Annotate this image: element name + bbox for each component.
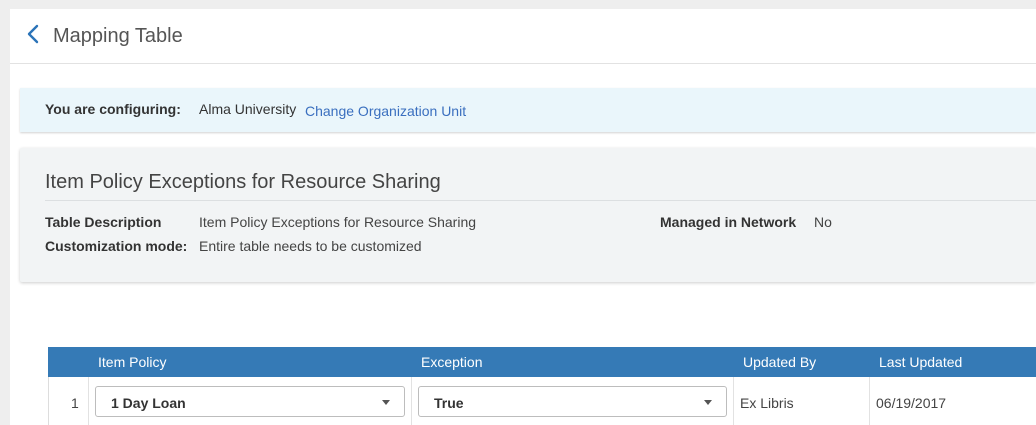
customization-mode-value: Entire table needs to be customized <box>199 238 422 254</box>
managed-in-network-label: Managed in Network <box>660 214 797 230</box>
column-header-updated-by[interactable]: Updated By <box>743 354 816 370</box>
table-header: Item Policy Exception Updated By Last Up… <box>48 347 1036 377</box>
page-header: Mapping Table <box>10 9 1036 64</box>
column-header-item-policy[interactable]: Item Policy <box>98 354 166 370</box>
page-title: Mapping Table <box>53 24 183 47</box>
configuring-bar: You are configuring: Alma University Cha… <box>20 88 1036 132</box>
customization-mode-label: Customization mode: <box>45 238 188 254</box>
row-number: 1 <box>71 395 79 411</box>
table-row: 1 1 Day Loan True Ex Libris 06/19/2017 <box>48 377 1036 425</box>
item-policy-value: 1 Day Loan <box>111 395 186 411</box>
column-separator <box>869 377 870 425</box>
updated-by-cell: Ex Libris <box>740 395 794 411</box>
column-separator <box>411 377 412 425</box>
table-info-panel: Item Policy Exceptions for Resource Shar… <box>20 148 1036 282</box>
caret-down-icon <box>382 400 390 405</box>
table-description-value: Item Policy Exceptions for Resource Shar… <box>199 214 477 230</box>
column-separator <box>733 377 734 425</box>
configuring-label: You are configuring: <box>45 101 181 117</box>
change-organization-unit-link[interactable]: Change Organization Unit <box>305 103 466 119</box>
exception-value: True <box>434 395 464 411</box>
exception-select[interactable]: True <box>418 386 727 417</box>
managed-in-network-value: No <box>814 214 832 230</box>
column-header-last-updated[interactable]: Last Updated <box>879 354 962 370</box>
organization-name: Alma University <box>199 101 297 117</box>
page: Mapping Table You are configuring: Alma … <box>10 9 1036 425</box>
table-title: Item Policy Exceptions for Resource Shar… <box>45 171 441 193</box>
divider <box>45 200 1036 201</box>
caret-down-icon <box>704 400 712 405</box>
last-updated-cell: 06/19/2017 <box>876 395 947 411</box>
chevron-left-icon <box>26 24 40 49</box>
table-description-label: Table Description <box>45 214 162 230</box>
back-button[interactable] <box>22 24 44 49</box>
column-separator <box>88 377 89 425</box>
column-header-exception[interactable]: Exception <box>421 354 482 370</box>
item-policy-select[interactable]: 1 Day Loan <box>95 386 405 417</box>
mapping-table: Item Policy Exception Updated By Last Up… <box>48 347 1036 425</box>
